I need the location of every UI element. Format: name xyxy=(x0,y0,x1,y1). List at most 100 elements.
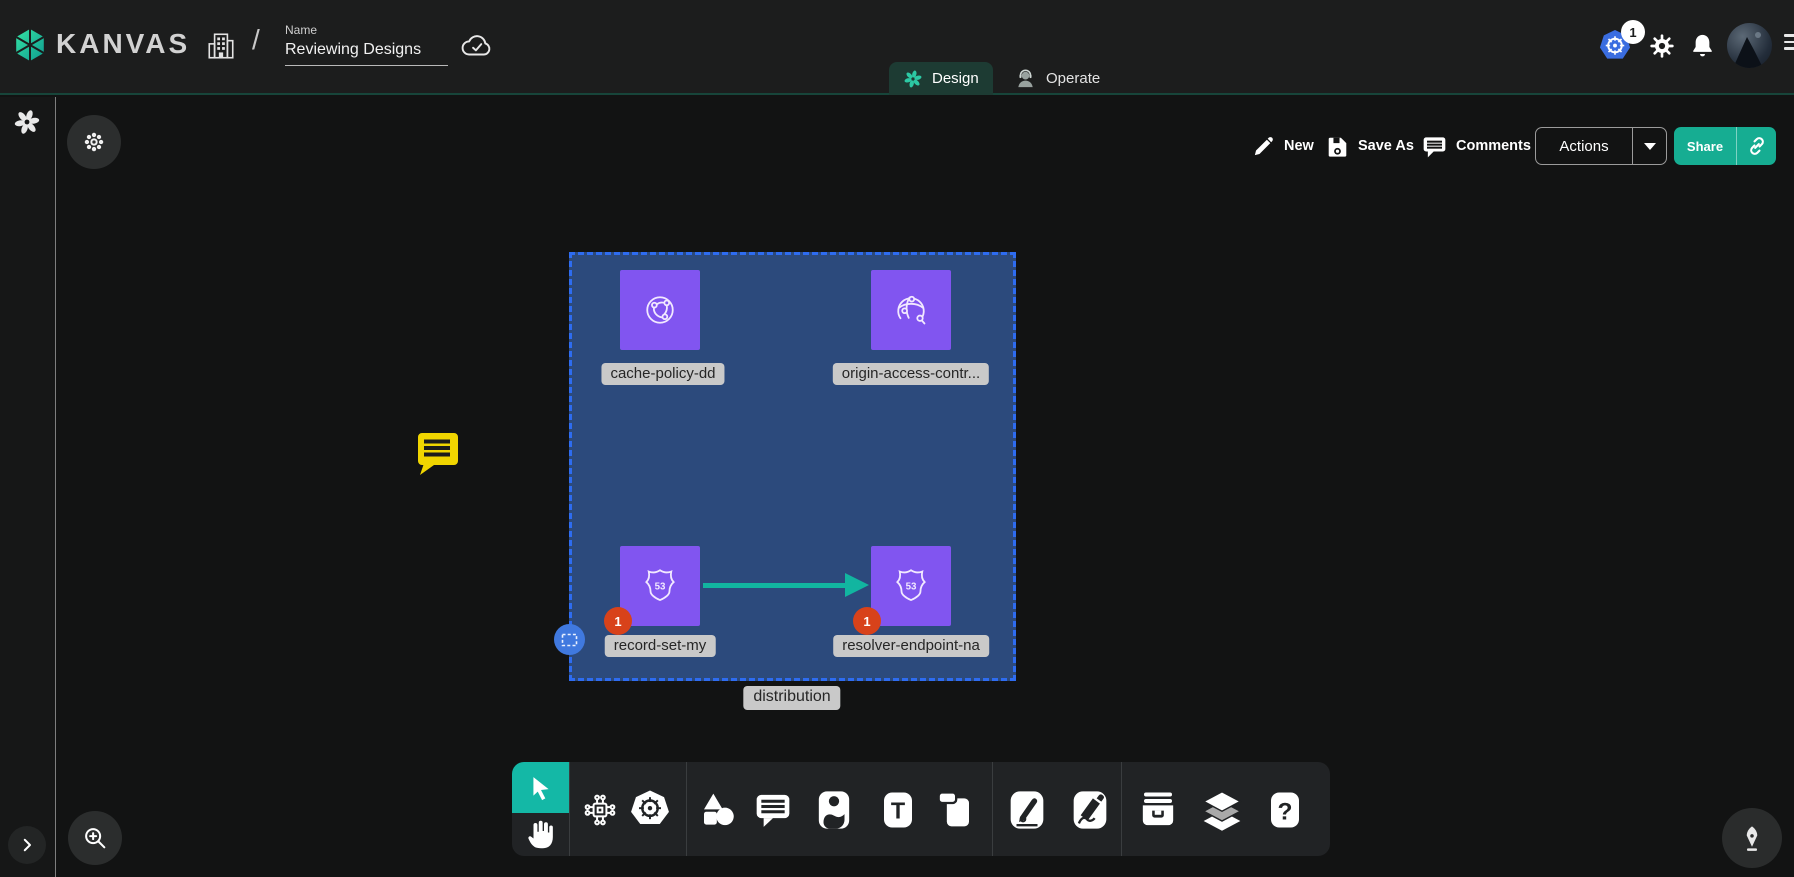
design-spiral-icon xyxy=(903,69,923,89)
breadcrumb-separator: / xyxy=(252,24,260,56)
chevron-right-icon xyxy=(18,836,36,854)
tool-frame[interactable] xyxy=(933,788,977,832)
spiral-pinwheel-icon[interactable] xyxy=(13,108,41,136)
app-window: KANVAS / Name xyxy=(0,0,1794,877)
comments-bubble-icon xyxy=(1422,134,1447,159)
actions-dropdown-toggle[interactable] xyxy=(1633,128,1666,164)
cloud-saved-icon xyxy=(461,32,493,59)
toolbar-divider xyxy=(569,762,570,856)
tab-operate[interactable]: Operate xyxy=(1000,62,1114,95)
layers-icon xyxy=(1200,788,1244,832)
tool-pen[interactable] xyxy=(1005,788,1049,832)
actions-split-button[interactable]: Actions xyxy=(1535,127,1667,165)
tab-design[interactable]: Design xyxy=(889,62,993,95)
zoom-in-magnifier-icon xyxy=(81,824,109,852)
tool-select[interactable] xyxy=(512,762,569,813)
pen-mode-button[interactable] xyxy=(1722,808,1782,868)
hand-icon xyxy=(523,816,559,852)
new-label: New xyxy=(1284,138,1314,154)
share-split-button[interactable]: Share xyxy=(1674,127,1776,165)
node-cache-policy[interactable] xyxy=(620,270,700,350)
cloudfront-cache-policy-icon xyxy=(636,286,684,334)
tool-architecture[interactable] xyxy=(578,788,622,832)
shapes-icon xyxy=(697,789,739,831)
save-as-label: Save As xyxy=(1358,138,1414,154)
svg-text:T: T xyxy=(891,798,905,824)
expand-sidebar-button[interactable] xyxy=(8,826,46,864)
node-label-resolver-endpoint[interactable]: resolver-endpoint-na xyxy=(833,635,989,657)
tool-layers[interactable] xyxy=(1200,788,1244,832)
distribution-group[interactable]: 53 53 cache-policy-dd origin-access-cont… xyxy=(569,252,1016,681)
tab-design-label: Design xyxy=(932,70,979,87)
record-set-issue-badge[interactable]: 1 xyxy=(604,607,632,635)
route53-record-set-icon: 53 xyxy=(636,562,684,610)
pen-tool-icon xyxy=(1006,789,1048,831)
node-label-record-set[interactable]: record-set-my xyxy=(605,635,716,657)
cursor-icon xyxy=(528,775,554,801)
dashed-selection-icon xyxy=(561,633,578,647)
save-floppy-icon xyxy=(1326,135,1349,158)
share-label: Share xyxy=(1674,127,1736,165)
actions-label: Actions xyxy=(1536,128,1632,164)
help-icon: ? xyxy=(1264,789,1306,831)
cloudfront-origin-access-icon xyxy=(887,286,935,334)
tool-kubernetes[interactable] xyxy=(628,788,672,832)
kubernetes-helm-icon xyxy=(628,788,672,832)
connection-arrow-line[interactable] xyxy=(703,583,849,588)
settings-gear-icon[interactable] xyxy=(1648,32,1676,60)
route53-resolver-icon: 53 xyxy=(887,562,935,610)
notification-count-badge[interactable]: 1 xyxy=(1621,20,1645,44)
tool-pencil[interactable] xyxy=(1068,788,1112,832)
assistant-flower-button[interactable] xyxy=(67,115,121,169)
toolbar-divider xyxy=(1121,762,1122,856)
comments-label: Comments xyxy=(1456,138,1531,154)
tool-archive[interactable] xyxy=(1136,788,1180,832)
tool-pan[interactable] xyxy=(520,814,562,854)
connection-arrow-head xyxy=(845,573,869,597)
node-label-origin-access[interactable]: origin-access-contr... xyxy=(833,363,989,385)
design-name-input[interactable] xyxy=(285,41,448,66)
canvas-comment-marker[interactable] xyxy=(414,431,460,479)
comment-icon xyxy=(752,789,794,831)
tool-image[interactable] xyxy=(812,788,856,832)
save-as-button[interactable]: Save As xyxy=(1326,131,1414,161)
resolver-issue-badge[interactable]: 1 xyxy=(853,607,881,635)
operator-headset-icon xyxy=(1014,67,1037,90)
organization-icon[interactable] xyxy=(205,30,237,62)
tool-text[interactable]: T xyxy=(876,788,920,832)
zoom-in-button[interactable] xyxy=(68,811,122,865)
pencil-scribble-icon xyxy=(1069,789,1111,831)
node-label-cache-policy[interactable]: cache-policy-dd xyxy=(601,363,724,385)
group-label-distribution[interactable]: distribution xyxy=(743,686,840,710)
logo-wordmark: KANVAS xyxy=(56,28,190,60)
group-selection-handle[interactable] xyxy=(554,624,585,655)
left-sidebar xyxy=(0,97,56,877)
new-button[interactable]: New xyxy=(1252,131,1314,161)
node-resolver-endpoint[interactable]: 53 xyxy=(871,546,951,626)
node-origin-access[interactable] xyxy=(871,270,951,350)
toolbar-divider xyxy=(686,762,687,856)
tool-help[interactable]: ? xyxy=(1263,788,1307,832)
svg-text:?: ? xyxy=(1278,798,1293,825)
pen-nib-icon xyxy=(1737,823,1767,853)
frame-note-icon xyxy=(934,789,976,831)
svg-text:53: 53 xyxy=(906,581,917,592)
top-header: KANVAS / Name xyxy=(0,0,1794,95)
comments-button[interactable]: Comments xyxy=(1422,131,1531,161)
svg-text:53: 53 xyxy=(655,581,666,592)
text-tool-icon: T xyxy=(877,789,919,831)
user-avatar[interactable] xyxy=(1727,23,1772,68)
design-name-label: Name xyxy=(285,23,317,37)
tool-shapes[interactable] xyxy=(696,788,740,832)
link-icon xyxy=(1746,135,1768,157)
overflow-menu-icon[interactable] xyxy=(1784,34,1794,50)
toolbar-divider xyxy=(992,762,993,856)
tool-comment[interactable] xyxy=(751,788,795,832)
kanvas-logo-icon[interactable] xyxy=(12,27,48,63)
circuit-chip-icon xyxy=(579,789,621,831)
notifications-bell-icon[interactable] xyxy=(1689,32,1716,59)
comment-marker-icon xyxy=(414,431,460,479)
copy-link-button[interactable] xyxy=(1737,127,1776,165)
node-record-set[interactable]: 53 xyxy=(620,546,700,626)
archive-drawer-icon xyxy=(1137,789,1179,831)
